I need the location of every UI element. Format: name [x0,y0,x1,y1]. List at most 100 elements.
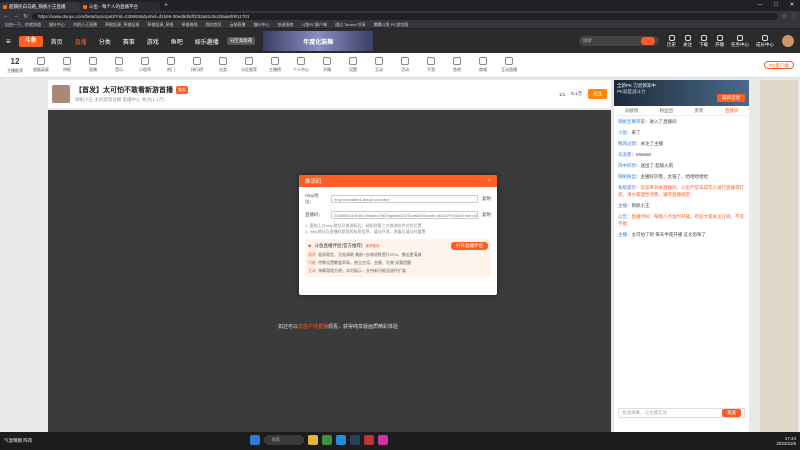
close-window-icon[interactable]: ✕ [784,0,800,11]
bookmark-item[interactable]: 腾腾斗鱼 PC游戏版 [374,22,409,28]
category-item[interactable]: 商城 [474,57,492,73]
follow-button[interactable]: 关注 [588,89,607,99]
file-explorer-icon[interactable] [308,435,318,445]
chat-username[interactable]: 晚风过境 [618,141,636,146]
bookmark-item[interactable]: 草根微视 [181,22,197,28]
nav-item[interactable]: 鱼吧 [171,37,183,46]
copy-rtmp-button[interactable]: 复制 [482,196,491,202]
maximize-icon[interactable]: □ [768,0,784,11]
chat-username[interactable]: 主播 [618,232,627,237]
bookmark-item[interactable]: 我的首页 [205,22,221,28]
close-icon[interactable]: × [488,178,491,184]
weather-widget[interactable]: 气温晴朗 阵风 [4,438,32,444]
category-item[interactable]: 音乐 [110,57,128,73]
avatar[interactable] [782,35,794,47]
category-item[interactable]: 手游 [422,57,440,73]
chat-username[interactable]: 风中的你 [618,163,636,168]
stream-code-field[interactable]: 230693rGb1K6d?d9a0ec79f2n6pf0ksf21lT/uh6… [331,211,478,219]
pc-client-button[interactable]: PC客户端 [764,61,794,69]
category-item[interactable]: 分类 [214,57,232,73]
app-icon[interactable] [378,435,388,445]
category-item[interactable]: 小程序 [136,57,154,73]
rtmp-field[interactable]: rtmp://sendfhe1.douyu.com/live [331,195,478,203]
category-item[interactable]: 热门 [162,57,180,73]
bookmark-item[interactable]: 草根起源_草根起源 [105,22,139,28]
streamer-avatar[interactable] [52,85,70,103]
bookmark-item[interactable]: 猫叶中心 [253,22,269,28]
clock[interactable]: 17:44 2023/11/6 [776,436,796,447]
taskbar-search[interactable]: 搜索 [264,435,304,445]
sidebar-tab[interactable]: 直播间 [725,108,739,114]
menu-icon[interactable]: ⋮ [791,13,797,20]
search-input[interactable]: 搜索 [579,36,659,46]
header-tool[interactable]: 历史 [667,34,676,48]
bookmark-item[interactable]: 自由一下，你就知道 [5,22,41,28]
app-icon[interactable] [364,435,374,445]
chat-username[interactable]: 系统提示 [618,185,636,190]
nav-item[interactable]: 赛事 [123,37,135,46]
bookmark-item[interactable]: 云端直播 [229,22,245,28]
bookmark-item[interactable]: 通过 Torrent 共享 [335,22,366,28]
category-item[interactable]: 开播 [318,57,336,73]
send-button[interactable]: 发送 [722,409,741,417]
hamburger-icon[interactable]: ≡ [6,37,11,46]
outdoor-link[interactable]: 前往户外直播 [298,324,328,330]
category-item[interactable]: 直播 [84,57,102,73]
chrome-icon[interactable] [322,435,332,445]
category-item[interactable]: 设置 [344,57,362,73]
category-item[interactable]: 特权 [58,57,76,73]
url-field[interactable]: https://www.douyu.com/beta/topic/pabl?ri… [32,12,778,20]
category-item[interactable]: 活动 [396,57,414,73]
site-logo[interactable]: 斗鱼 [18,35,43,47]
new-tab-icon[interactable]: + [164,2,168,9]
steam-icon[interactable] [350,435,360,445]
category-item[interactable]: 互动 [370,57,388,73]
nav-item[interactable]: 分类 [99,37,111,46]
browser-tab[interactable]: 斗鱼 - 每个人的直播平台 [80,2,160,11]
search-icon[interactable] [641,37,655,45]
chat-username[interactable]: 天涯客 [618,152,632,157]
chat-username[interactable]: 铜帆至尊荣誉 [618,119,645,124]
minimize-icon[interactable]: ─ [752,0,768,11]
bookmark-item[interactable]: 斗鱼PC客户端 [301,22,327,28]
promo-label[interactable]: 分区高能夜 [226,37,256,45]
bookmark-item[interactable]: 快速指南 [277,22,293,28]
header-tool[interactable]: 成长中心 [756,34,774,48]
chat-username[interactable]: 小饭 [618,130,627,135]
category-item[interactable]: 分区推荐 [240,57,258,73]
reload-icon[interactable]: ↻ [23,13,28,20]
nav-item[interactable]: 直播 [75,37,87,46]
chat-input[interactable]: 发送弹幕，与主播互动 发送 [618,408,745,418]
nav-item[interactable]: 娱乐趣播 [195,37,219,46]
header-banner[interactable]: 年度化装舞 [263,31,374,51]
header-tool[interactable]: 开播 [715,34,724,48]
recommend-count[interactable]: 12 主播推荐 [6,57,24,74]
ad-button[interactable]: 最新活动 [717,94,745,102]
category-item[interactable]: 排行榜 [188,57,206,73]
windows-start-icon[interactable] [250,435,260,445]
category-item[interactable]: 主播榜 [266,57,284,73]
browser-tab[interactable]: 超镇民白马路_铜帆小王直播 [0,2,80,11]
back-icon[interactable]: ← [3,13,9,19]
star-icon[interactable]: ☆ [782,13,787,20]
category-item[interactable]: 鱼吧 [448,57,466,73]
forward-icon[interactable]: → [13,13,19,19]
category-item[interactable]: 互动直播 [500,57,518,73]
chat-username[interactable]: 公告 [618,214,627,219]
sidebar-tab[interactable]: 粉丝团 [660,108,674,114]
open-companion-button[interactable]: 打开直播伴侣 [451,242,488,250]
nav-item[interactable]: 游戏 [147,37,159,46]
sidebar-tab[interactable]: 贵宾 [694,108,703,114]
sidebar-ad[interactable]: 全新PK 刀灵领军中 PK就是战斗力 最新活动 [614,80,749,106]
chat-username[interactable]: 主播 [618,203,627,208]
nav-item[interactable]: 首页 [51,37,63,46]
bookmark-item[interactable]: 草根起源_草根 [147,22,173,28]
edge-icon[interactable] [336,435,346,445]
sidebar-tab[interactable]: 贡献榜 [625,108,639,114]
category-item[interactable]: 个人中心 [292,57,310,73]
copy-stream-code-button[interactable]: 复制 [482,212,491,218]
bookmark-item[interactable]: 猫叶中心 [49,22,65,28]
header-tool[interactable]: 关注 [683,34,692,48]
header-tool[interactable]: 任务中心 [731,34,749,48]
category-item[interactable]: 超级英豪 [32,57,50,73]
